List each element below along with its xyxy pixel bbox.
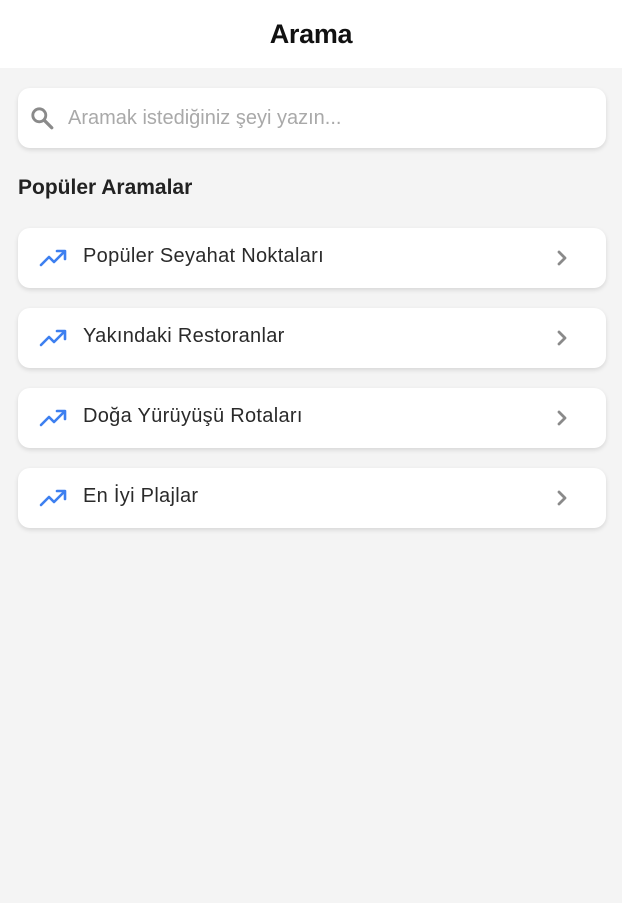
- search-input[interactable]: [68, 102, 588, 134]
- list-item-label: En İyi Plajlar: [83, 485, 199, 507]
- app-bar: Arama: [0, 0, 622, 68]
- section-title: Popüler Aramalar: [18, 176, 193, 199]
- popular-item-nearby-restaurants[interactable]: Yakındaki Restoranlar: [18, 308, 606, 368]
- popular-item-best-beaches[interactable]: En İyi Plajlar: [18, 468, 606, 528]
- popular-search-list: Popüler Seyahat Noktaları Yakındaki Rest…: [18, 228, 606, 548]
- search-bar[interactable]: [18, 88, 606, 148]
- list-item-label: Popüler Seyahat Noktaları: [83, 245, 324, 267]
- page-title: Arama: [269, 18, 353, 49]
- list-item-label: Doğa Yürüyüşü Rotaları: [83, 405, 303, 427]
- popular-item-travel-spots[interactable]: Popüler Seyahat Noktaları: [18, 228, 606, 288]
- popular-item-hiking-routes[interactable]: Doğa Yürüyüşü Rotaları: [18, 388, 606, 448]
- list-item-label: Yakındaki Restoranlar: [83, 325, 285, 347]
